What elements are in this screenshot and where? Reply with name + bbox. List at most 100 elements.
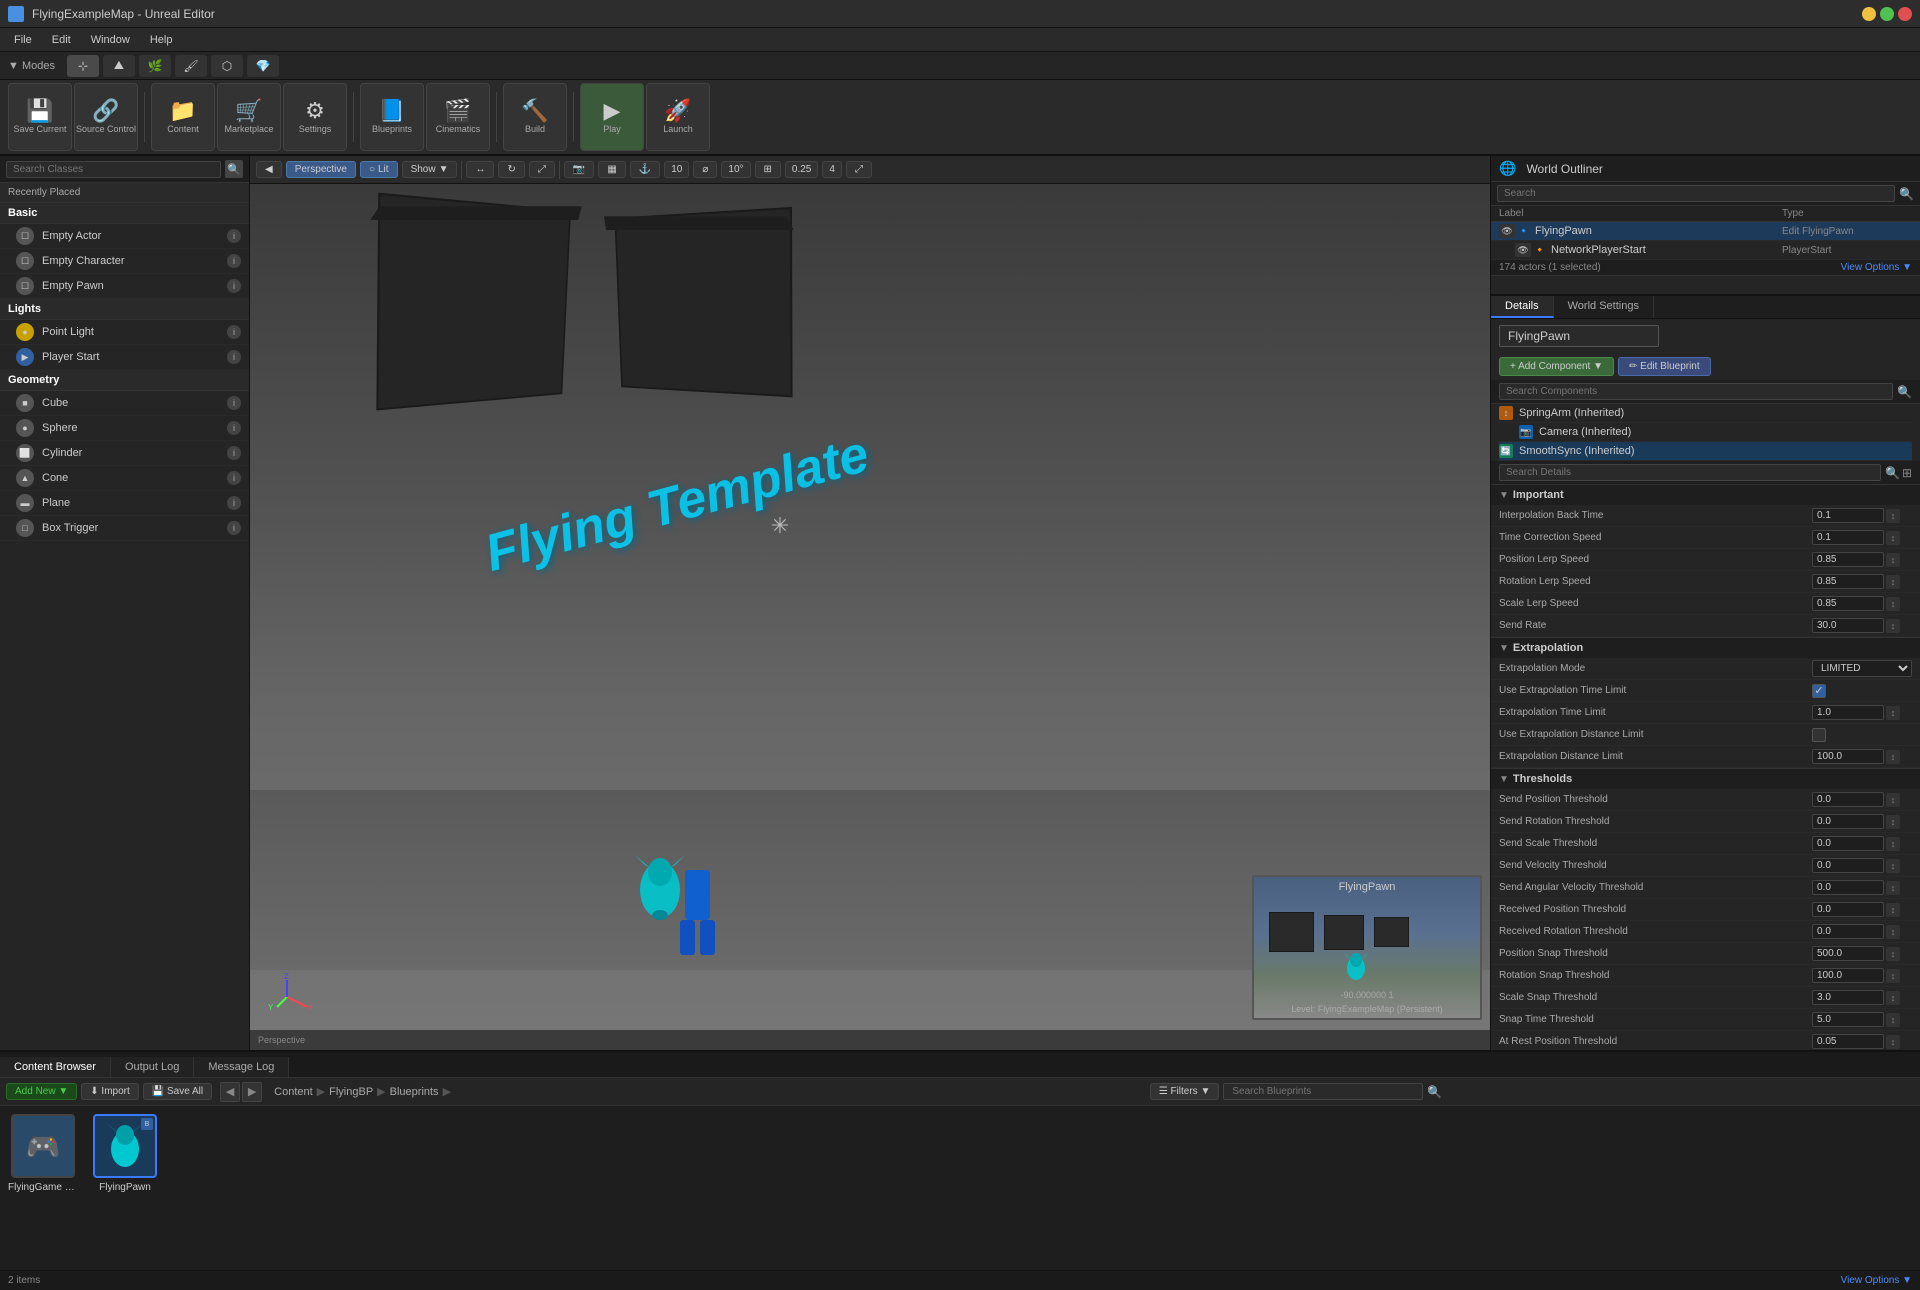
- extrapolation-distance-limit-spinner[interactable]: ↕: [1886, 750, 1900, 764]
- source-control-button[interactable]: 🔗 Source Control: [74, 83, 138, 151]
- tab-message-log[interactable]: Message Log: [194, 1057, 289, 1077]
- use-extrapolation-time-limit-checkbox[interactable]: ✓: [1812, 684, 1826, 698]
- breadcrumb-flyingbp[interactable]: FlyingBP: [329, 1086, 373, 1098]
- interpolation-back-time-input[interactable]: [1812, 508, 1884, 523]
- rotation-snap-threshold-input[interactable]: [1812, 968, 1884, 983]
- viewport-arrow-left[interactable]: ◀: [256, 161, 282, 178]
- send-velocity-threshold-input[interactable]: [1812, 858, 1884, 873]
- at-rest-position-threshold-input[interactable]: [1812, 1034, 1884, 1049]
- received-position-threshold-spinner[interactable]: ↕: [1886, 903, 1900, 917]
- extrapolation-time-limit-spinner[interactable]: ↕: [1886, 706, 1900, 720]
- view-options-button[interactable]: View Options ▼: [1841, 262, 1912, 273]
- scale-snap-threshold-input[interactable]: [1812, 990, 1884, 1005]
- edit-blueprint-button[interactable]: ✏ Edit Blueprint: [1618, 357, 1711, 376]
- cube-info[interactable]: i: [227, 396, 241, 410]
- player-start-info[interactable]: i: [227, 350, 241, 364]
- scale-value[interactable]: 0.25: [785, 161, 818, 178]
- nav-back-button[interactable]: ◀: [220, 1082, 240, 1102]
- menu-window[interactable]: Window: [81, 32, 140, 48]
- search-details-input[interactable]: [1499, 464, 1881, 481]
- send-rate-spinner[interactable]: ↕: [1886, 619, 1900, 633]
- maximize-viewport-button[interactable]: ⤢: [846, 161, 872, 178]
- class-item-empty-character[interactable]: ☐ Empty Character i: [0, 249, 249, 274]
- position-snap-threshold-input[interactable]: [1812, 946, 1884, 961]
- add-new-button[interactable]: Add New ▼: [6, 1083, 77, 1100]
- class-item-box-trigger[interactable]: □ Box Trigger i: [0, 516, 249, 541]
- mode-geometry[interactable]: ⬡: [211, 55, 243, 77]
- class-item-plane[interactable]: ▬ Plane i: [0, 491, 249, 516]
- menu-help[interactable]: Help: [140, 32, 183, 48]
- class-item-player-start[interactable]: ▶ Player Start i: [0, 345, 249, 370]
- rotation-snap-threshold-spinner[interactable]: ↕: [1886, 969, 1900, 983]
- search-components-input[interactable]: [1499, 383, 1893, 400]
- bottom-search-button[interactable]: 🔍: [1427, 1085, 1442, 1099]
- send-position-threshold-input[interactable]: [1812, 792, 1884, 807]
- extrapolation-distance-limit-input[interactable]: [1812, 749, 1884, 764]
- cinematics-button[interactable]: 🎬 Cinematics: [426, 83, 490, 151]
- send-angular-velocity-threshold-spinner[interactable]: ↕: [1886, 881, 1900, 895]
- comp-springarm[interactable]: ↕ SpringArm (Inherited): [1499, 404, 1912, 423]
- send-scale-threshold-input[interactable]: [1812, 836, 1884, 851]
- snap-time-threshold-spinner[interactable]: ↕: [1886, 1013, 1900, 1027]
- angle-icon[interactable]: ⌀: [693, 161, 717, 178]
- time-correction-speed-spinner[interactable]: ↕: [1886, 531, 1900, 545]
- position-snap-threshold-spinner[interactable]: ↕: [1886, 947, 1900, 961]
- viewport[interactable]: ◀ Perspective ○ Lit Show ▼ ↔ ↻ ⤢ 📷 ▦ ⚓ 1…: [250, 156, 1490, 1050]
- received-position-threshold-input[interactable]: [1812, 902, 1884, 917]
- scale-lerp-speed-spinner[interactable]: ↕: [1886, 597, 1900, 611]
- received-rotation-threshold-input[interactable]: [1812, 924, 1884, 939]
- search-classes-input[interactable]: [6, 161, 221, 178]
- class-item-point-light[interactable]: ● Point Light i: [0, 320, 249, 345]
- bottom-search-input[interactable]: [1223, 1083, 1423, 1100]
- blueprints-button[interactable]: 📘 Blueprints: [360, 83, 424, 151]
- lit-button[interactable]: ○ Lit: [360, 161, 398, 178]
- content-button[interactable]: 📁 Content: [151, 83, 215, 151]
- received-rotation-threshold-spinner[interactable]: ↕: [1886, 925, 1900, 939]
- col-type-header[interactable]: Type: [1782, 208, 1912, 219]
- snap-icon[interactable]: ⚓: [630, 161, 660, 178]
- mode-foliage[interactable]: 🌿: [139, 55, 171, 77]
- breadcrumb-content[interactable]: Content: [274, 1086, 313, 1098]
- class-item-sphere[interactable]: ● Sphere i: [0, 416, 249, 441]
- show-button[interactable]: Show ▼: [402, 161, 458, 178]
- search-components-button[interactable]: 🔍: [1897, 385, 1912, 399]
- networkplayerstart-visibility-toggle[interactable]: 👁: [1515, 243, 1531, 257]
- outliner-row-networkplayerstart[interactable]: 👁 🔸 NetworkPlayerStart PlayerStart: [1491, 241, 1920, 260]
- search-details-button[interactable]: 🔍: [1885, 466, 1900, 480]
- asset-flyingpawn[interactable]: B FlyingPawn: [90, 1114, 160, 1262]
- scale-button[interactable]: ⤢: [529, 161, 555, 178]
- scale-snap-threshold-spinner[interactable]: ↕: [1886, 991, 1900, 1005]
- asset-flyinggamemode[interactable]: 🎮 FlyingGame Mode: [8, 1114, 78, 1262]
- comp-smoothsync[interactable]: 🔄 SmoothSync (Inherited): [1499, 442, 1912, 461]
- class-item-empty-actor[interactable]: ☐ Empty Actor i: [0, 224, 249, 249]
- use-extrapolation-distance-limit-checkbox[interactable]: [1812, 728, 1826, 742]
- launch-button[interactable]: 🚀 Launch: [646, 83, 710, 151]
- grid-size-value[interactable]: 10: [664, 161, 689, 178]
- minimize-button[interactable]: [1862, 7, 1876, 21]
- send-rotation-threshold-input[interactable]: [1812, 814, 1884, 829]
- menu-file[interactable]: File: [4, 32, 42, 48]
- snap-time-threshold-input[interactable]: [1812, 1012, 1884, 1027]
- cylinder-info[interactable]: i: [227, 446, 241, 460]
- class-item-empty-pawn[interactable]: ☐ Empty Pawn i: [0, 274, 249, 299]
- position-lerp-speed-input[interactable]: [1812, 552, 1884, 567]
- extrapolation-time-limit-input[interactable]: [1812, 705, 1884, 720]
- viewport-scene[interactable]: Flying Template ✳: [250, 184, 1490, 1050]
- sphere-info[interactable]: i: [227, 421, 241, 435]
- save-all-button[interactable]: 💾 Save All: [143, 1083, 212, 1100]
- import-button[interactable]: ⬇ Import: [81, 1083, 139, 1100]
- mode-fracture[interactable]: 💎: [247, 55, 279, 77]
- play-button[interactable]: ▶ Play: [580, 83, 644, 151]
- search-details-grid-button[interactable]: ⊞: [1902, 466, 1912, 480]
- scale-lerp-speed-input[interactable]: [1812, 596, 1884, 611]
- nav-forward-button[interactable]: ▶: [242, 1082, 262, 1102]
- empty-character-info[interactable]: i: [227, 254, 241, 268]
- lights-section[interactable]: Lights: [0, 299, 249, 320]
- marketplace-button[interactable]: 🛒 Marketplace: [217, 83, 281, 151]
- mode-meshpaint[interactable]: 🖌: [175, 55, 207, 77]
- menu-edit[interactable]: Edit: [42, 32, 81, 48]
- section-important-header[interactable]: ▼ Important: [1491, 485, 1920, 505]
- mode-select[interactable]: ⊹: [67, 55, 99, 77]
- outliner-row-flyingpawn[interactable]: 👁 🔹 FlyingPawn Edit FlyingPawn: [1491, 222, 1920, 241]
- class-item-cube[interactable]: ■ Cube i: [0, 391, 249, 416]
